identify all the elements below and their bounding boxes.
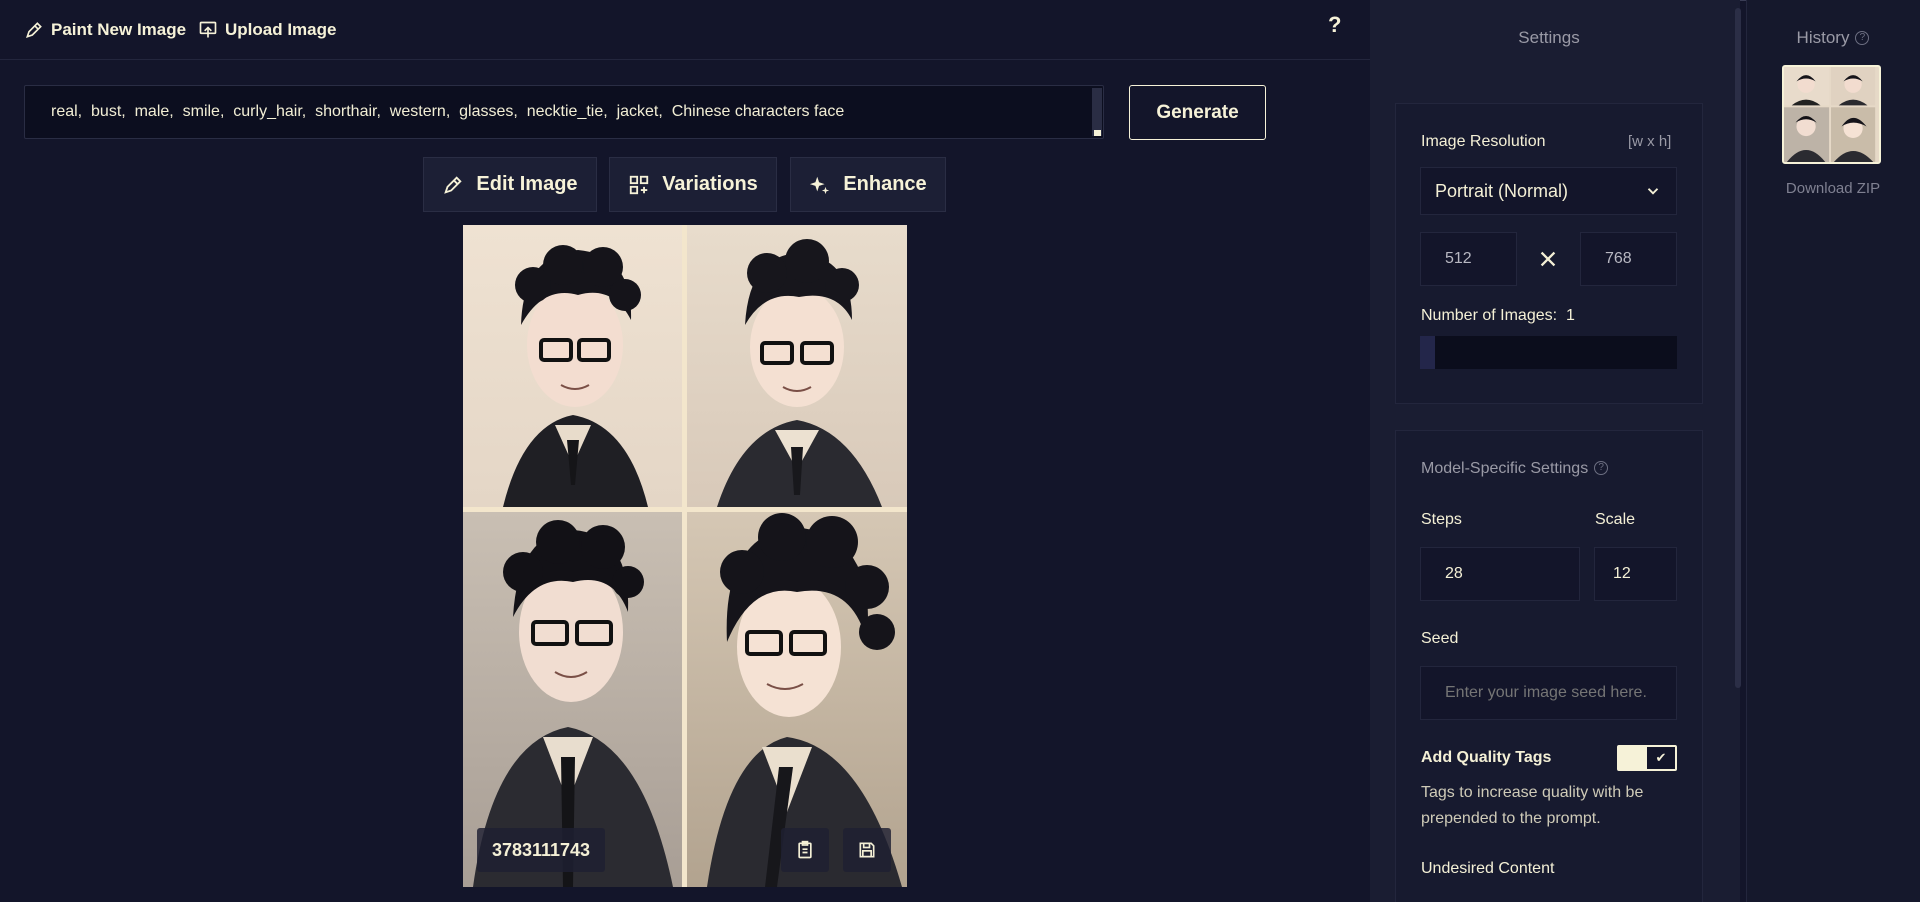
sparkle-icon <box>810 176 830 194</box>
undesired-content-label: Undesired Content <box>1421 860 1555 877</box>
slider-fill <box>1420 336 1436 369</box>
image-seed-badge[interactable]: 3783111743 <box>477 828 605 872</box>
enhance-label: Enhance <box>843 173 927 195</box>
enhance-button[interactable]: Enhance <box>790 157 946 212</box>
prompt-input[interactable] <box>24 85 1104 139</box>
quality-tags-description: Tags to increase quality with be prepend… <box>1421 784 1644 827</box>
model-settings-heading: Model-Specific Settings? <box>1421 460 1609 478</box>
save-image-button[interactable] <box>843 828 891 872</box>
resolution-preset-value: Portrait (Normal) <box>1435 180 1569 201</box>
image-resolution-label: Image Resolution <box>1421 133 1546 150</box>
main-area: Paint New Image Upload Image ? Generate … <box>0 0 1370 902</box>
settings-scrollbar[interactable] <box>1735 8 1741 688</box>
thumbnail-image <box>1784 67 1876 162</box>
resolution-hint: [w x h] <box>1628 133 1672 150</box>
variations-label: Variations <box>662 173 758 195</box>
upload-image-button[interactable]: Upload Image <box>198 18 336 42</box>
portrait-illustration <box>503 245 648 507</box>
portrait-2 <box>687 225 907 507</box>
prompt-resize-handle[interactable] <box>1094 130 1101 136</box>
prompt-scrollbar[interactable] <box>1092 88 1102 136</box>
scale-input[interactable]: 12 <box>1594 547 1677 601</box>
checkmark-icon: ✔ <box>1647 747 1675 769</box>
help-icon[interactable]: ? <box>1594 461 1609 475</box>
seed-input[interactable] <box>1420 666 1677 720</box>
settings-title: Settings <box>1518 28 1580 47</box>
save-icon <box>859 842 875 858</box>
resolution-preset-select[interactable]: Portrait (Normal) <box>1420 167 1677 215</box>
height-input[interactable]: 768 <box>1580 232 1677 286</box>
width-input[interactable]: 512 <box>1420 232 1517 286</box>
upload-icon <box>199 21 217 38</box>
edit-image-button[interactable]: Edit Image <box>423 157 597 212</box>
history-heading: History? <box>1746 28 1920 48</box>
seed-label: Seed <box>1421 630 1459 647</box>
brush-icon <box>26 22 42 38</box>
clipboard-icon <box>798 840 812 859</box>
close-icon <box>1540 251 1556 267</box>
download-zip-link[interactable]: Download ZIP <box>1746 180 1920 197</box>
upload-image-label: Upload Image <box>225 20 337 39</box>
pencil-icon <box>444 175 463 194</box>
edit-image-label: Edit Image <box>476 173 578 195</box>
paint-new-image-button[interactable]: Paint New Image <box>24 18 186 42</box>
copy-to-clipboard-button[interactable] <box>781 828 829 872</box>
generated-image[interactable] <box>463 225 907 887</box>
number-of-images-slider[interactable] <box>1420 336 1677 369</box>
history-thumbnail[interactable] <box>1782 65 1881 164</box>
help-icon[interactable]: ? <box>1855 31 1870 45</box>
quality-tags-toggle[interactable]: ✔ <box>1617 745 1677 771</box>
number-of-images-label: Number of Images: <box>1421 307 1558 324</box>
portrait-1 <box>463 225 682 507</box>
steps-label: Steps <box>1421 511 1462 528</box>
steps-input[interactable]: 28 <box>1420 547 1580 601</box>
scale-label: Scale <box>1595 511 1636 528</box>
chevron-down-icon <box>1647 188 1659 195</box>
add-quality-tags-label: Add Quality Tags <box>1421 749 1552 766</box>
number-of-images-value: 1 <box>1566 307 1575 324</box>
help-button[interactable]: ? <box>1328 12 1341 38</box>
paint-new-image-label: Paint New Image <box>51 20 187 39</box>
model-settings-label: Model-Specific Settings <box>1421 460 1589 477</box>
history-title: History <box>1796 28 1850 47</box>
generate-button[interactable]: Generate <box>1129 85 1266 140</box>
variations-button[interactable]: Variations <box>609 157 777 212</box>
grid-plus-icon <box>630 175 649 194</box>
